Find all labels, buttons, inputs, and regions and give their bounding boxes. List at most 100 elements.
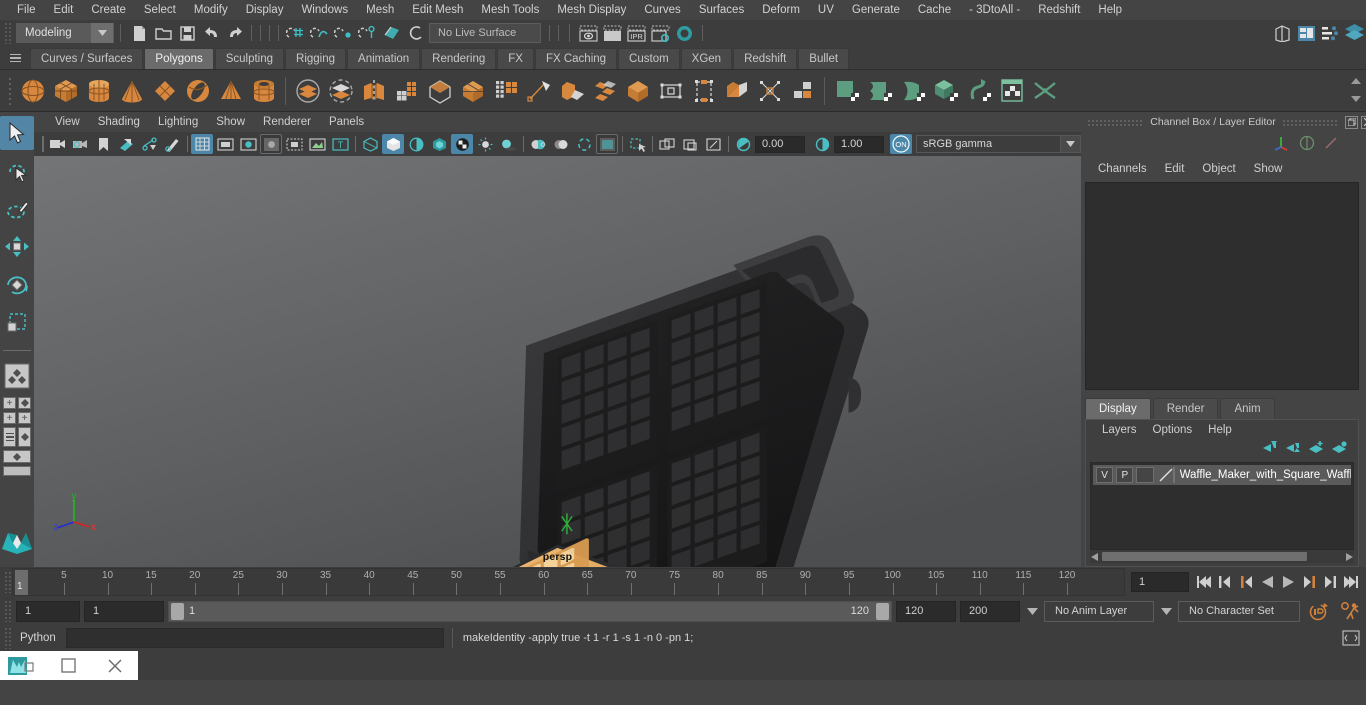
quick-layout-outliner-persp[interactable] <box>2 427 32 450</box>
poly-connect-icon[interactable] <box>786 73 819 109</box>
poly-torus-icon[interactable] <box>181 73 214 109</box>
viewport-menu-renderer[interactable]: Renderer <box>254 116 320 128</box>
anim-layer-selector[interactable]: No Anim Layer <box>1044 600 1154 622</box>
maya-app-icon[interactable] <box>0 651 46 680</box>
shaded-wireframe-icon[interactable] <box>405 134 427 154</box>
time-slider-current-frame-marker[interactable]: 1 <box>15 570 28 595</box>
shelf-tab-polygons[interactable]: Polygons <box>144 48 214 69</box>
viewport-menu-view[interactable]: View <box>46 116 89 128</box>
hscroll-thumb[interactable] <box>1102 552 1307 561</box>
shelf-tab-rigging[interactable]: Rigging <box>285 48 347 69</box>
script-editor-icon[interactable] <box>1340 628 1362 648</box>
menu-3dtoall[interactable]: - 3DtoAll - <box>960 0 1029 20</box>
command-language-label[interactable]: Python <box>12 632 66 644</box>
poly-append-icon[interactable] <box>687 73 720 109</box>
viewport-snapshot-icon[interactable] <box>702 134 724 154</box>
snap-to-curve-icon[interactable] <box>307 22 331 44</box>
command-input-field[interactable] <box>65 628 444 648</box>
shadows-icon[interactable] <box>497 134 519 154</box>
range-slider[interactable]: 1 120 <box>168 600 892 622</box>
uv-automatic-icon[interactable] <box>929 73 962 109</box>
field-chart-icon[interactable] <box>283 134 305 154</box>
menu-generate[interactable]: Generate <box>843 0 909 20</box>
layer-color-icon[interactable] <box>1158 467 1176 483</box>
toggle-sidebar-icon[interactable] <box>1270 22 1294 44</box>
bookmark-icon[interactable] <box>92 134 114 154</box>
poly-cube-icon[interactable] <box>49 73 82 109</box>
shelf-tab-rendering[interactable]: Rendering <box>421 48 497 69</box>
snap-to-point-icon[interactable] <box>331 22 355 44</box>
time-slider[interactable]: 1 5 10 15 20 25 30 35 40 45 50 55 60 65 70 75 80 85 90 95 1… <box>12 568 1125 596</box>
viewport-3d-canvas[interactable]: y z x persp <box>34 156 1081 567</box>
animation-end-time-field[interactable]: 200 <box>960 600 1020 622</box>
menu-redshift[interactable]: Redshift <box>1029 0 1089 20</box>
uv-cylindrical-icon[interactable] <box>863 73 896 109</box>
menu-uv[interactable]: UV <box>809 0 843 20</box>
layers-menu-layers[interactable]: Layers <box>1094 424 1145 436</box>
menu-curves[interactable]: Curves <box>635 0 689 20</box>
channelbox-menu-object[interactable]: Object <box>1193 163 1244 175</box>
use-default-material-icon[interactable] <box>428 134 450 154</box>
rotate-tool[interactable] <box>0 268 34 302</box>
poly-smooth-icon[interactable] <box>390 73 423 109</box>
attribute-editor-icon[interactable] <box>1294 22 1318 44</box>
shelf-menu-icon[interactable] <box>4 47 26 69</box>
layers-menu-options[interactable]: Options <box>1145 424 1201 436</box>
menu-deform[interactable]: Deform <box>753 0 809 20</box>
step-forward-frame-icon[interactable] <box>1300 571 1318 593</box>
new-layer-icon[interactable] <box>1309 441 1325 459</box>
menu-cache[interactable]: Cache <box>909 0 960 20</box>
shelf-tab-custom[interactable]: Custom <box>618 48 680 69</box>
poly-pyramid-icon[interactable] <box>214 73 247 109</box>
menu-help[interactable]: Help <box>1089 0 1131 20</box>
render-settings-icon[interactable] <box>648 22 672 44</box>
menu-mesh[interactable]: Mesh <box>357 0 403 20</box>
panel-grip-right[interactable] <box>1281 118 1339 126</box>
channel-break-icon[interactable] <box>1323 135 1339 156</box>
isolate-select-icon[interactable] <box>596 134 618 154</box>
motion-blur-icon[interactable] <box>550 134 572 154</box>
animation-start-time-field[interactable]: 1 <box>16 600 80 622</box>
resolution-gate-icon[interactable] <box>237 134 259 154</box>
poly-target-weld-icon[interactable] <box>588 73 621 109</box>
poly-cone-icon[interactable] <box>115 73 148 109</box>
poly-combine-icon[interactable] <box>291 73 324 109</box>
play-backwards-icon[interactable] <box>1258 571 1276 593</box>
poly-separate-icon[interactable] <box>324 73 357 109</box>
snap-to-projected-center-icon[interactable] <box>355 22 379 44</box>
open-scene-icon[interactable] <box>151 22 175 44</box>
auto-keyframe-icon[interactable] <box>1304 602 1332 621</box>
shelf-tab-redshift[interactable]: Redshift <box>733 48 798 69</box>
current-frame-field[interactable]: 1 <box>1131 572 1189 592</box>
scale-tool[interactable] <box>0 306 34 340</box>
shelf-tab-sculpting[interactable]: Sculpting <box>214 48 285 69</box>
chevron-down-icon-2[interactable] <box>1158 601 1174 622</box>
shelf-tab-animation[interactable]: Animation <box>347 48 421 69</box>
range-handle-left[interactable] <box>171 602 184 620</box>
shelf-tab-bullet[interactable]: Bullet <box>798 48 850 69</box>
oil-paint-icon[interactable] <box>161 134 183 154</box>
title-safe-icon[interactable]: T <box>329 134 351 154</box>
poly-cylinder-icon[interactable] <box>82 73 115 109</box>
poly-pipe-icon[interactable] <box>247 73 280 109</box>
chevron-down-icon[interactable] <box>1061 135 1081 153</box>
menu-mesh-tools[interactable]: Mesh Tools <box>472 0 548 20</box>
viewport-menu-show[interactable]: Show <box>207 116 254 128</box>
new-layer-from-selected-icon[interactable] <box>1332 441 1348 459</box>
move-layer-down-icon[interactable] <box>1286 441 1302 459</box>
poly-chamfer-icon[interactable] <box>753 73 786 109</box>
task-view-icon[interactable] <box>46 651 92 680</box>
step-back-keyframe-icon[interactable] <box>1216 571 1234 593</box>
layer-playback-toggle[interactable]: P <box>1116 467 1134 483</box>
step-back-frame-icon[interactable] <box>1237 571 1255 593</box>
menu-surfaces[interactable]: Surfaces <box>690 0 753 20</box>
exposure-value-field[interactable]: 0.00 <box>755 135 805 153</box>
time-slider-grip[interactable] <box>4 571 12 593</box>
poly-extrude-icon[interactable] <box>489 73 522 109</box>
layer-tab-display[interactable]: Display <box>1085 398 1151 419</box>
uv-editor-icon[interactable] <box>995 73 1028 109</box>
tool-settings-icon[interactable] <box>1318 22 1342 44</box>
shelf-tab-fx-caching[interactable]: FX Caching <box>534 48 618 69</box>
use-all-lights-icon[interactable] <box>474 134 496 154</box>
channel-box-content-area[interactable] <box>1085 182 1359 390</box>
